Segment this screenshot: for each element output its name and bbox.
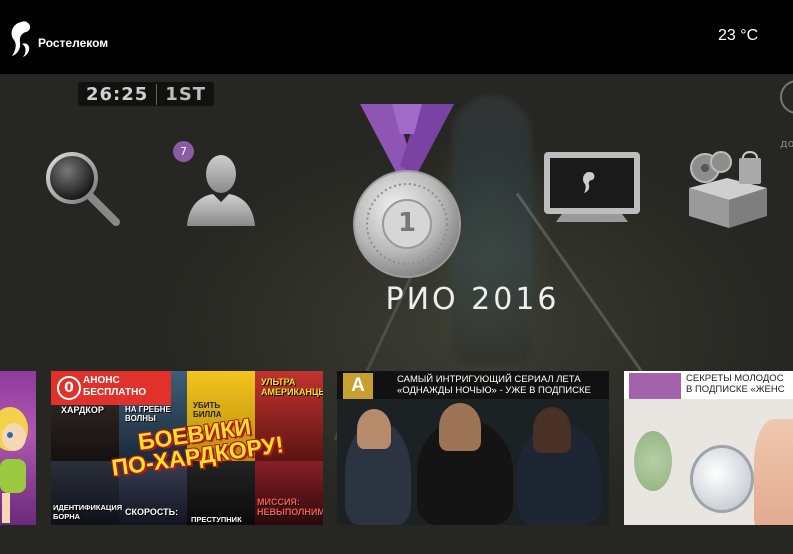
beauty-caption-bar: СЕКРЕТЫ МОЛОДОС В ПОДПИСКЕ «ЖЕНС: [624, 371, 793, 399]
notification-badge: 7: [173, 141, 194, 162]
olympics-title: РИО 2016: [385, 282, 560, 317]
temperature: 23 °C: [718, 27, 759, 44]
menu-item-search[interactable]: [44, 150, 124, 230]
beauty-caption: СЕКРЕТЫ МОЛОДОС В ПОДПИСКЕ «ЖЕНС: [686, 373, 785, 395]
actor-figure: [439, 403, 481, 451]
mirror-image: [690, 445, 754, 513]
banner-action-movies[interactable]: 0 АНОНС БЕСПЛАТНО ХАРДКОР НА ГРЕБНЕ ВОЛН…: [51, 371, 323, 525]
medal-icon: [353, 104, 461, 278]
video-scoreboard: 26:25 1ST: [78, 82, 215, 106]
promo-label: 0 АНОНС БЕСПЛАТНО: [51, 371, 171, 405]
banner-beauty[interactable]: СЕКРЕТЫ МОЛОДОС В ПОДПИСКЕ «ЖЕНС: [624, 371, 793, 525]
series-caption-bar: A САМЫЙ ИНТРИГУЮЩИЙ СЕРИАЛ ЛЕТА «ОДНАЖДЫ…: [337, 371, 609, 399]
zero-rating-icon: 0: [57, 376, 81, 400]
brand-name: Ростелеком: [38, 36, 109, 50]
menu-item-store[interactable]: [683, 148, 773, 228]
banner-series[interactable]: A САМЫЙ ИНТРИГУЮЩИЙ СЕРИАЛ ЛЕТА «ОДНАЖДЫ…: [337, 371, 609, 525]
cartoon-character-image: [0, 407, 28, 523]
promo-text: АНОНС БЕСПЛАТНО: [83, 375, 147, 398]
medal-number: 1: [397, 208, 417, 238]
game-period: 1ST: [156, 83, 214, 105]
rostelecom-logo-icon: [11, 21, 31, 57]
tv-icon: [544, 152, 640, 222]
poster-title: УЛЬТРА АМЕРИКАНЦЫ: [261, 377, 323, 397]
menu-item-profile[interactable]: [183, 150, 259, 230]
plant-image: [634, 431, 672, 491]
video-player-figure: [452, 95, 532, 365]
woman-figure: [754, 419, 793, 525]
top-bar: Ростелеком 23 °C: [0, 0, 793, 74]
series-caption: САМЫЙ ИНТРИГУЮЩИЙ СЕРИАЛ ЛЕТА «ОДНАЖДЫ Н…: [397, 374, 591, 396]
user-icon: [187, 155, 255, 226]
actor-figure: [357, 409, 391, 449]
poster-title: СКОРОСТЬ:: [125, 507, 179, 517]
menu-item-olympics[interactable]: 1: [352, 104, 462, 282]
game-clock: 26:25: [86, 83, 149, 105]
film-box-icon: [689, 151, 767, 228]
poster-title: МИССИЯ: НЕВЫПОЛНИМА: [257, 497, 323, 517]
poster-title: ХАРДКОР: [61, 405, 104, 415]
poster-title: НА ГРЕБНЕ ВОЛНЫ: [125, 405, 171, 423]
channel-a-logo: A: [343, 373, 373, 399]
banner-cartoon[interactable]: [0, 371, 36, 525]
partial-label: до: [780, 137, 793, 150]
actor-figure: [533, 407, 571, 453]
poster-title: ПРЕСТУПНИК: [191, 515, 242, 524]
beauty-thumbnail: [629, 373, 681, 399]
menu-item-tv[interactable]: [542, 150, 642, 226]
magnifier-icon: [46, 152, 120, 226]
poster-title: ИДЕНТИФИКАЦИЯ БОРНА: [53, 503, 123, 521]
